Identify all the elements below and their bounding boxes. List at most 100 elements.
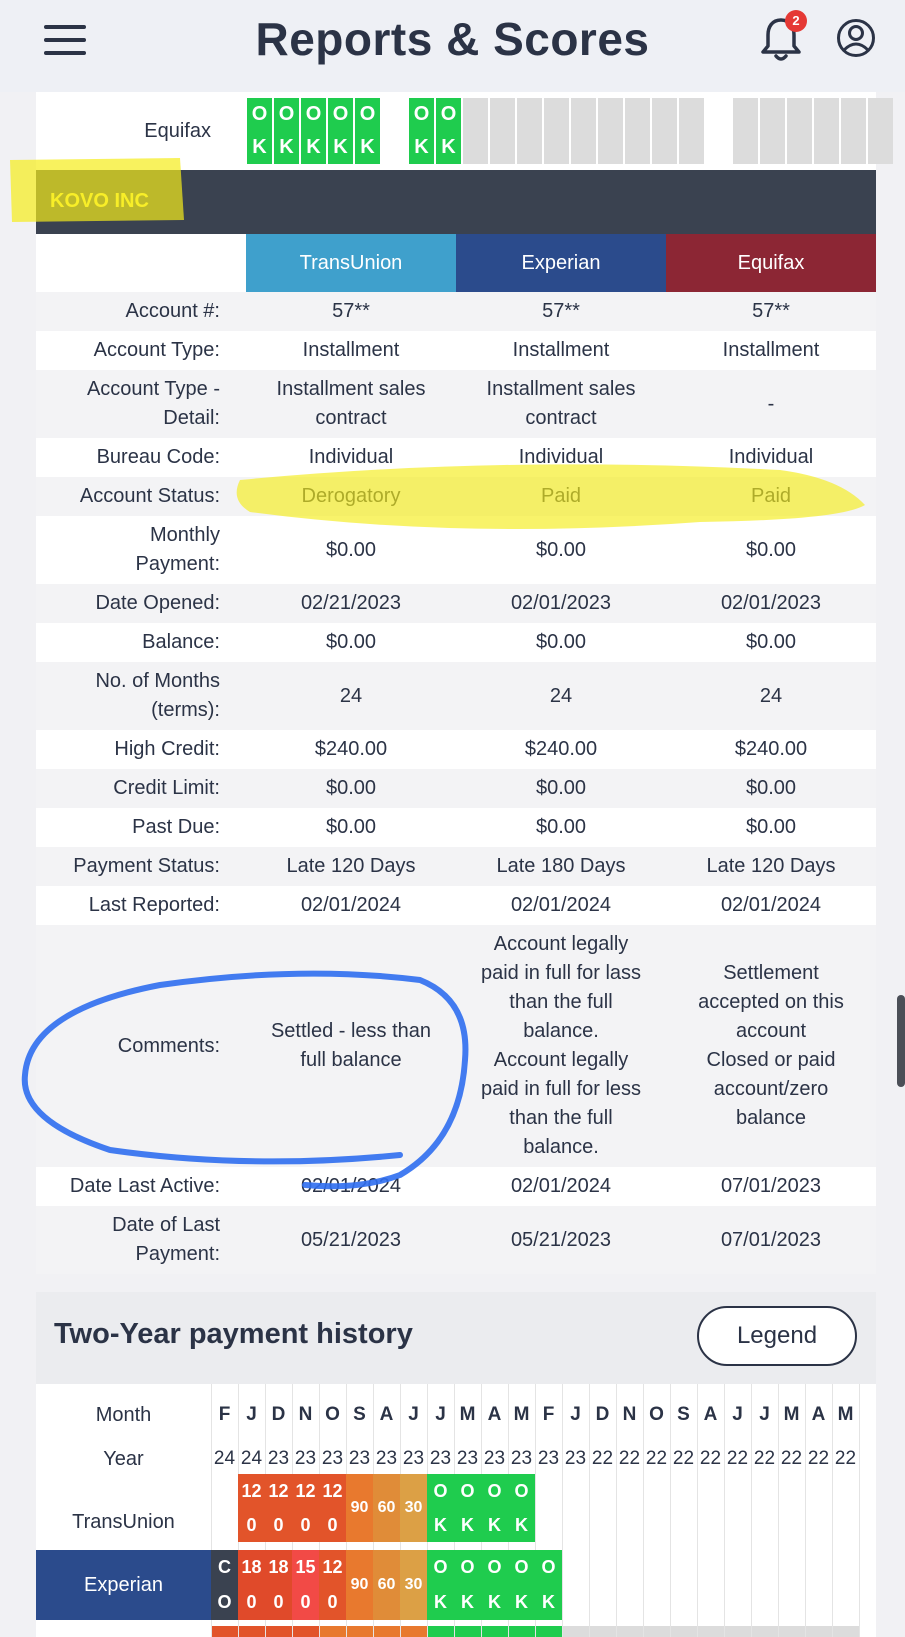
detail-row: Balance: $0.00 $0.00 $0.00 (36, 623, 876, 662)
experian-row-label: Experian (36, 1550, 211, 1620)
experian-history-cell: 30 (400, 1550, 427, 1620)
year-cell: 23 (267, 1448, 290, 1469)
experian-history-cell: 15 0 (292, 1550, 319, 1620)
experian-history-cell: OK (427, 1550, 454, 1620)
experian-history-cell: 60 (373, 1550, 400, 1620)
detail-value-transunion: 05/21/2023 (246, 1226, 456, 1255)
detail-value-line: $240.00 (524, 738, 598, 760)
year-cell: 22 (780, 1448, 803, 1469)
history-cell-text: 0 (300, 1592, 311, 1612)
detail-value-line: Settled - less than (270, 1020, 432, 1042)
history-cell-text: 12 (295, 1481, 316, 1501)
year-row-label: Year (103, 1448, 144, 1470)
detail-value-equifax: 07/01/2023 (666, 1172, 876, 1201)
detail-value-line: $240.00 (734, 738, 808, 760)
history-cell-text: 18 (268, 1557, 289, 1577)
month-row-label: Month (95, 1404, 152, 1426)
detail-row-label: Balance: (36, 628, 220, 657)
detail-value-experian: 02/01/2024 (456, 1172, 666, 1201)
detail-value-experian: Installment sales contract (456, 375, 666, 433)
year-cell: 23 (402, 1448, 425, 1469)
detail-value-line: Late 180 Days (496, 855, 626, 877)
detail-value-line: Paid (750, 485, 792, 507)
detail-row: Credit Limit: $0.00 $0.00 $0.00 (36, 769, 876, 808)
transunion-history-cell: OK (508, 1474, 535, 1542)
detail-value-line: Account legally (493, 1049, 629, 1071)
equifax-history-cell (374, 1626, 400, 1637)
account-company-bar: KOVO INC (36, 170, 876, 234)
detail-value-line: paid in full for less (480, 1078, 642, 1100)
month-cell: A (379, 1404, 394, 1425)
detail-value-line: Late 120 Days (286, 855, 416, 877)
detail-value-transunion: $0.00 (246, 813, 456, 842)
detail-value-line: account/zero (713, 1078, 829, 1100)
detail-value-transunion: Installment sales contract (246, 375, 456, 433)
detail-row-label-line: Account Type: (93, 339, 220, 361)
detail-value-equifax: $0.00 (666, 628, 876, 657)
company-name: KOVO INC (50, 190, 149, 212)
history-cell-empty (813, 98, 839, 164)
detail-value-line: Individual (308, 446, 394, 468)
history-cell-text: O (514, 1557, 529, 1577)
detail-value-line: Closed or paid (706, 1049, 836, 1071)
detail-row: Comments: Settled - less than full balance… (36, 925, 876, 1167)
year-cell: 23 (429, 1448, 452, 1469)
history-cell-text: 0 (246, 1592, 257, 1612)
year-cell: 23 (456, 1448, 479, 1469)
detail-value-line: Paid (540, 485, 582, 507)
detail-row: Account Type: Installment Installment Insta… (36, 331, 876, 370)
history-cell-text: 90 (350, 1576, 369, 1593)
detail-value-transunion: Installment (246, 336, 456, 365)
detail-value-line: 02/21/2023 (300, 592, 402, 614)
detail-row-label-line: Account Type - (86, 378, 220, 400)
detail-row-label-line: Bureau Code: (96, 446, 220, 468)
history-cell-text: O (541, 1557, 556, 1577)
bureau-header-equifax: Equifax (666, 234, 876, 292)
detail-row-label: Credit Limit: (36, 774, 220, 803)
month-cell: F (218, 1404, 231, 1425)
detail-value-line: account (735, 1020, 807, 1042)
history-cell-text: 15 (295, 1557, 316, 1577)
history-cell-blank (381, 98, 407, 164)
user-circle-icon[interactable] (836, 18, 876, 58)
equifax-history-row: Equifax OKOKOKOKOKOKOK (36, 92, 893, 170)
detail-value-transunion: 57** (246, 297, 456, 326)
scrollbar-thumb[interactable] (897, 995, 905, 1087)
year-cell: 22 (618, 1448, 641, 1469)
detail-row: Last Reported: 02/01/2024 02/01/2024 02/01/… (36, 886, 876, 925)
detail-value-line: contract (525, 407, 597, 429)
detail-row-label-line: No. of Months (95, 670, 220, 692)
month-cell: S (353, 1404, 366, 1425)
transunion-row-label: TransUnion (72, 1511, 175, 1533)
detail-value-line: Installment (722, 339, 820, 361)
month-cell: M (837, 1404, 854, 1425)
detail-row: Date Last Active: 02/01/2024 02/01/2024 07/… (36, 1167, 876, 1206)
transunion-history-cell: 12 0 (292, 1474, 319, 1542)
equifax-history-cell (320, 1626, 346, 1637)
detail-value-experian: 02/01/2023 (456, 589, 666, 618)
history-cell-ok: OK (273, 98, 299, 164)
history-cell-empty (651, 98, 677, 164)
detail-value-experian: Installment (456, 336, 666, 365)
detail-value-line: Installment (302, 339, 400, 361)
history-cell-text: K (434, 1515, 447, 1535)
history-cell-text: K (515, 1515, 528, 1535)
detail-value-equifax: $0.00 (666, 536, 876, 565)
detail-value-experian: Account legally paid in full for lass than… (456, 930, 666, 1162)
bureau-header-blank (36, 234, 246, 292)
year-cell: 23 (510, 1448, 533, 1469)
detail-row-label: Date of Last Payment: (36, 1211, 220, 1269)
detail-row: Account Type - Detail: Installment sales co… (36, 370, 876, 438)
detail-value-line: than the full (509, 1107, 613, 1129)
history-cell-empty (597, 98, 623, 164)
detail-value-line: 02/01/2024 (720, 894, 822, 916)
transunion-history-cell: 12 0 (238, 1474, 265, 1542)
detail-value-transunion: $0.00 (246, 628, 456, 657)
experian-history-cell: OK (535, 1550, 562, 1620)
legend-button[interactable]: Legend (697, 1306, 857, 1366)
app-header: Reports & Scores 2 (0, 0, 905, 92)
history-cell-text: 0 (327, 1592, 338, 1612)
grid-divider (859, 1384, 860, 1637)
detail-row-label-line: Date Last Active: (69, 1175, 220, 1197)
history-cell-text: O (217, 1592, 232, 1612)
